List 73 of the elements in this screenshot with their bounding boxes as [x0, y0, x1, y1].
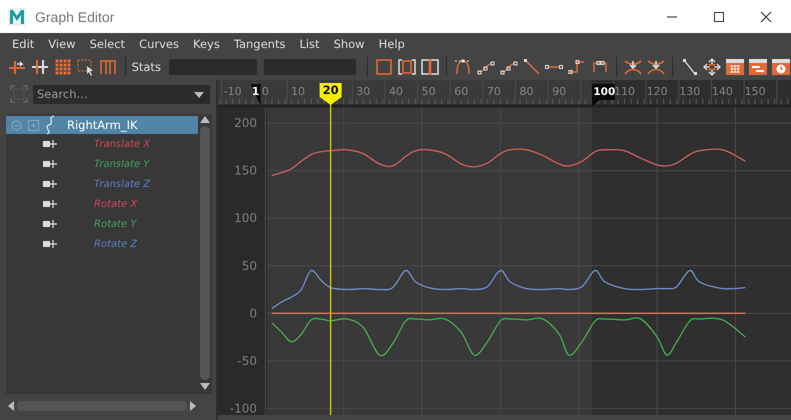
curve-icon: [45, 115, 57, 135]
menu-item[interactable]: List: [299, 36, 320, 50]
channel-label: Translate X: [94, 138, 150, 150]
app-logo-icon: [8, 8, 26, 26]
ruler-label: 120: [646, 85, 668, 98]
channel-label: Rotate X: [94, 198, 138, 210]
menu-item[interactable]: Show: [334, 36, 365, 50]
ruler-label: 90: [552, 85, 566, 98]
window-title: Graph Editor: [35, 8, 114, 24]
ruler-label: 10: [291, 85, 305, 98]
node-label: RightArm_IK: [67, 118, 138, 132]
ruler-label: 140: [712, 85, 733, 98]
menu-item[interactable]: Help: [378, 36, 405, 50]
plug-icon: [43, 160, 57, 168]
range-start-marker[interactable]: 1: [250, 84, 261, 106]
ruler-label: 80: [520, 85, 534, 98]
channel-item[interactable]: Translate Y: [6, 154, 198, 174]
stats-field[interactable]: [264, 59, 356, 75]
ruler-label: 40: [388, 85, 403, 98]
plug-icon: [43, 240, 57, 248]
ruler-label: 150: [744, 85, 766, 98]
search-field[interactable]: Search...: [33, 84, 210, 104]
plug-icon: [43, 140, 57, 148]
curve-line[interactable]: [272, 148, 746, 176]
square-icon[interactable]: [374, 56, 395, 78]
dropdown-caret-icon[interactable]: [194, 92, 204, 98]
scroll-left-icon[interactable]: [8, 401, 14, 411]
horizontal-scrollbar[interactable]: [8, 400, 196, 412]
plug-icon: [43, 180, 57, 188]
channel-item[interactable]: Rotate Y: [6, 214, 198, 234]
menu-item[interactable]: Tangents: [234, 36, 286, 50]
close-icon[interactable]: [760, 10, 772, 22]
ruler-label: 30: [356, 85, 370, 98]
ruler-label: 130: [679, 85, 700, 98]
menu-item[interactable]: Select: [90, 36, 126, 50]
scroll-up-icon[interactable]: [200, 116, 210, 123]
ruler-label: 70: [486, 85, 501, 98]
plug-icon: [43, 220, 57, 228]
plug-icon: [43, 200, 57, 208]
ruler-label: 110: [614, 85, 635, 98]
move-arrows-icon[interactable]: [702, 56, 723, 78]
axis-label: 0: [249, 306, 257, 320]
maximize-icon[interactable]: [713, 10, 725, 22]
scroll-right-icon[interactable]: [190, 401, 196, 411]
channel-label: Rotate Z: [94, 238, 138, 250]
menu-item[interactable]: Curves: [139, 36, 179, 50]
menu-item[interactable]: Keys: [192, 36, 220, 50]
stats-label: Stats: [132, 60, 161, 74]
ruler-label: 0: [262, 85, 269, 98]
axis-label: -100: [230, 401, 257, 415]
vertical-scrollbar[interactable]: [200, 116, 210, 390]
range-end-marker[interactable]: 100: [592, 84, 616, 106]
scroll-down-icon[interactable]: [200, 383, 210, 390]
clock-window-icon[interactable]: [770, 56, 791, 78]
curve-line[interactable]: [272, 270, 746, 310]
channel-label: Translate Y: [94, 158, 150, 170]
split-frame-icon[interactable]: [419, 56, 440, 78]
channel-label: Translate Z: [94, 178, 150, 190]
curve-line[interactable]: [271, 318, 746, 356]
ruler-label: 50: [422, 85, 436, 98]
axis-label: 200: [234, 116, 257, 130]
menu-item[interactable]: Edit: [12, 36, 34, 50]
axis-label: 50: [242, 258, 257, 273]
menu-item[interactable]: View: [48, 36, 76, 50]
axis-label: 150: [234, 164, 257, 178]
stats-field[interactable]: [168, 59, 257, 75]
ruler-label: 60: [454, 85, 468, 98]
axis-label: 100: [234, 211, 257, 226]
grid-window-icon[interactable]: [724, 56, 746, 78]
ruler-label: -10: [224, 85, 242, 98]
channel-label: Rotate Y: [94, 218, 136, 230]
axis-label: -50: [237, 354, 257, 368]
bars-window-icon[interactable]: [748, 56, 768, 78]
